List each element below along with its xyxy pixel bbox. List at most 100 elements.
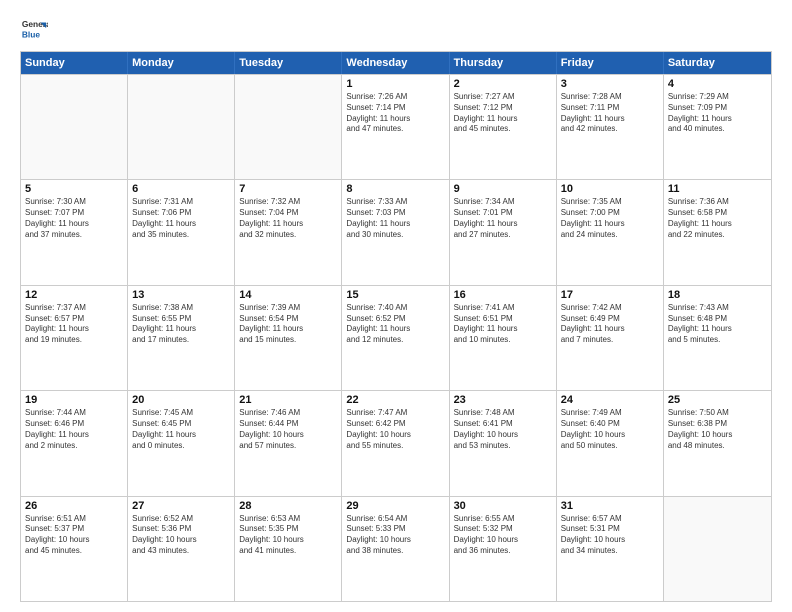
calendar-cell: 25 Sunrise: 7:50 AM Sunset: 6:38 PM Dayli… [664,391,771,495]
day-number: 18 [668,289,767,301]
day-number: 21 [239,394,337,406]
day-number: 20 [132,394,230,406]
calendar-cell: 23 Sunrise: 7:48 AM Sunset: 6:41 PM Dayli… [450,391,557,495]
calendar-cell: 26 Sunrise: 6:51 AM Sunset: 5:37 PM Dayli… [21,497,128,601]
calendar-cell: 29 Sunrise: 6:54 AM Sunset: 5:33 PM Dayli… [342,497,449,601]
day-info: Sunrise: 6:55 AM Sunset: 5:32 PM Dayligh… [454,514,552,557]
day-number: 23 [454,394,552,406]
calendar-cell: 11Sunrise: 7:36 AM Sunset: 6:58 PM Dayli… [664,180,771,284]
calendar-cell: 14Sunrise: 7:39 AM Sunset: 6:54 PM Dayli… [235,286,342,390]
day-info: Sunrise: 7:36 AM Sunset: 6:58 PM Dayligh… [668,197,767,240]
weekday-header-tuesday: Tuesday [235,52,342,74]
day-number: 12 [25,289,123,301]
day-number: 7 [239,183,337,195]
calendar-row-2: 12Sunrise: 7:37 AM Sunset: 6:57 PM Dayli… [21,285,771,390]
calendar-cell: 13 Sunrise: 7:38 AM Sunset: 6:55 PM Dayli… [128,286,235,390]
day-info: Sunrise: 7:29 AM Sunset: 7:09 PM Dayligh… [668,92,767,135]
calendar-cell: 22 Sunrise: 7:47 AM Sunset: 6:42 PM Dayli… [342,391,449,495]
calendar-body: 1 Sunrise: 7:26 AM Sunset: 7:14 PM Daylig… [21,74,771,601]
day-info: Sunrise: 7:48 AM Sunset: 6:41 PM Dayligh… [454,408,552,451]
day-info: Sunrise: 7:43 AM Sunset: 6:48 PM Dayligh… [668,303,767,346]
day-number: 22 [346,394,444,406]
day-info: Sunrise: 7:27 AM Sunset: 7:12 PM Dayligh… [454,92,552,135]
day-number: 10 [561,183,659,195]
calendar-cell: 4 Sunrise: 7:29 AM Sunset: 7:09 PM Daylig… [664,75,771,179]
day-number: 28 [239,500,337,512]
day-info: Sunrise: 6:52 AM Sunset: 5:36 PM Dayligh… [132,514,230,557]
weekday-header-sunday: Sunday [21,52,128,74]
day-number: 6 [132,183,230,195]
calendar-cell: 20Sunrise: 7:45 AM Sunset: 6:45 PM Dayli… [128,391,235,495]
calendar-cell: 27Sunrise: 6:52 AM Sunset: 5:36 PM Dayli… [128,497,235,601]
calendar-cell: 8 Sunrise: 7:33 AM Sunset: 7:03 PM Daylig… [342,180,449,284]
day-number: 29 [346,500,444,512]
day-info: Sunrise: 7:50 AM Sunset: 6:38 PM Dayligh… [668,408,767,451]
day-number: 17 [561,289,659,301]
calendar-cell: 21 Sunrise: 7:46 AM Sunset: 6:44 PM Dayli… [235,391,342,495]
day-number: 15 [346,289,444,301]
day-number: 1 [346,78,444,90]
calendar: SundayMondayTuesdayWednesdayThursdayFrid… [20,51,772,602]
day-info: Sunrise: 7:42 AM Sunset: 6:49 PM Dayligh… [561,303,659,346]
day-info: Sunrise: 7:44 AM Sunset: 6:46 PM Dayligh… [25,408,123,451]
calendar-cell [664,497,771,601]
calendar-cell: 15 Sunrise: 7:40 AM Sunset: 6:52 PM Dayli… [342,286,449,390]
day-info: Sunrise: 6:51 AM Sunset: 5:37 PM Dayligh… [25,514,123,557]
calendar-cell: 10 Sunrise: 7:35 AM Sunset: 7:00 PM Dayli… [557,180,664,284]
calendar-header: SundayMondayTuesdayWednesdayThursdayFrid… [21,52,771,74]
calendar-cell: 17 Sunrise: 7:42 AM Sunset: 6:49 PM Dayli… [557,286,664,390]
calendar-cell: 3 Sunrise: 7:28 AM Sunset: 7:11 PM Daylig… [557,75,664,179]
logo-icon: General Blue [20,15,48,43]
calendar-cell [235,75,342,179]
day-number: 8 [346,183,444,195]
day-info: Sunrise: 7:35 AM Sunset: 7:00 PM Dayligh… [561,197,659,240]
day-number: 9 [454,183,552,195]
day-info: Sunrise: 6:53 AM Sunset: 5:35 PM Dayligh… [239,514,337,557]
weekday-header-wednesday: Wednesday [342,52,449,74]
calendar-row-0: 1 Sunrise: 7:26 AM Sunset: 7:14 PM Daylig… [21,74,771,179]
day-number: 30 [454,500,552,512]
day-number: 3 [561,78,659,90]
day-info: Sunrise: 7:39 AM Sunset: 6:54 PM Dayligh… [239,303,337,346]
day-number: 13 [132,289,230,301]
day-info: Sunrise: 7:30 AM Sunset: 7:07 PM Dayligh… [25,197,123,240]
calendar-cell: 19 Sunrise: 7:44 AM Sunset: 6:46 PM Dayli… [21,391,128,495]
calendar-cell: 18 Sunrise: 7:43 AM Sunset: 6:48 PM Dayli… [664,286,771,390]
day-info: Sunrise: 7:32 AM Sunset: 7:04 PM Dayligh… [239,197,337,240]
calendar-cell [21,75,128,179]
svg-text:Blue: Blue [22,29,40,39]
day-info: Sunrise: 6:57 AM Sunset: 5:31 PM Dayligh… [561,514,659,557]
day-info: Sunrise: 7:28 AM Sunset: 7:11 PM Dayligh… [561,92,659,135]
day-info: Sunrise: 7:49 AM Sunset: 6:40 PM Dayligh… [561,408,659,451]
day-number: 5 [25,183,123,195]
day-number: 26 [25,500,123,512]
calendar-cell: 6Sunrise: 7:31 AM Sunset: 7:06 PM Daylig… [128,180,235,284]
weekday-header-monday: Monday [128,52,235,74]
logo: General Blue [20,15,48,43]
calendar-cell [128,75,235,179]
day-info: Sunrise: 7:46 AM Sunset: 6:44 PM Dayligh… [239,408,337,451]
calendar-row-1: 5 Sunrise: 7:30 AM Sunset: 7:07 PM Daylig… [21,179,771,284]
day-info: Sunrise: 7:34 AM Sunset: 7:01 PM Dayligh… [454,197,552,240]
day-info: Sunrise: 7:33 AM Sunset: 7:03 PM Dayligh… [346,197,444,240]
weekday-header-saturday: Saturday [664,52,771,74]
day-number: 31 [561,500,659,512]
day-info: Sunrise: 7:47 AM Sunset: 6:42 PM Dayligh… [346,408,444,451]
day-info: Sunrise: 7:38 AM Sunset: 6:55 PM Dayligh… [132,303,230,346]
calendar-cell: 28 Sunrise: 6:53 AM Sunset: 5:35 PM Dayli… [235,497,342,601]
calendar-cell: 16 Sunrise: 7:41 AM Sunset: 6:51 PM Dayli… [450,286,557,390]
day-info: Sunrise: 6:54 AM Sunset: 5:33 PM Dayligh… [346,514,444,557]
calendar-cell: 7 Sunrise: 7:32 AM Sunset: 7:04 PM Daylig… [235,180,342,284]
calendar-cell: 30 Sunrise: 6:55 AM Sunset: 5:32 PM Dayli… [450,497,557,601]
day-info: Sunrise: 7:41 AM Sunset: 6:51 PM Dayligh… [454,303,552,346]
day-number: 25 [668,394,767,406]
day-info: Sunrise: 7:40 AM Sunset: 6:52 PM Dayligh… [346,303,444,346]
day-number: 16 [454,289,552,301]
calendar-row-3: 19 Sunrise: 7:44 AM Sunset: 6:46 PM Dayli… [21,390,771,495]
day-number: 19 [25,394,123,406]
calendar-cell: 1 Sunrise: 7:26 AM Sunset: 7:14 PM Daylig… [342,75,449,179]
day-number: 4 [668,78,767,90]
calendar-cell: 12Sunrise: 7:37 AM Sunset: 6:57 PM Dayli… [21,286,128,390]
day-info: Sunrise: 7:26 AM Sunset: 7:14 PM Dayligh… [346,92,444,135]
day-number: 24 [561,394,659,406]
